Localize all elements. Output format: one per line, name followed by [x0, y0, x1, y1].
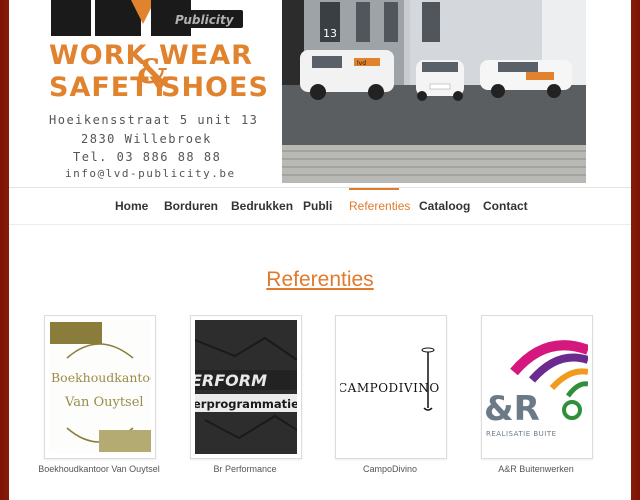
nav-home[interactable]: Home: [115, 199, 148, 213]
logo-text-line-1: &R: [486, 389, 540, 429]
reference-card-boekhoudkantoor[interactable]: Boekhoudkantoor Van Ouytsel: [44, 315, 156, 459]
header-photo: 13 lvd: [282, 0, 586, 183]
building-photo-image: 13 lvd: [282, 0, 586, 183]
reference-card-ar-buitenwerken[interactable]: &R REALISATIE BUITE: [481, 315, 593, 459]
address-street: Hoeikensstraat 5 unit 13: [49, 113, 259, 127]
nav-cataloog[interactable]: Cataloog: [419, 199, 470, 213]
logo-shoes: SHOES: [161, 72, 269, 103]
section-title[interactable]: Referenties: [9, 268, 631, 292]
nav-divider-bottom: [9, 224, 631, 225]
page: Publicity WORK WEAR & SAFETY SHOES Hoeik…: [9, 0, 631, 500]
nav-publi[interactable]: Publi: [303, 199, 332, 213]
logo-wear: WEAR: [159, 40, 253, 71]
reference-card-campodivino[interactable]: CAMPODIVINO: [335, 315, 447, 459]
logo-work: WORK: [49, 40, 148, 71]
logo-text-line-1: Boekhoudkantoor: [51, 370, 151, 385]
reference-caption-boekhoudkantoor[interactable]: Boekhoudkantoor Van Ouytsel: [24, 464, 174, 474]
lvd-logo-icon: Publicity: [51, 0, 243, 36]
nav-contact[interactable]: Contact: [483, 199, 528, 213]
building-number: 13: [323, 27, 337, 40]
nav-referenties[interactable]: Referenties: [349, 199, 410, 213]
reference-logo-br-performance: ERFORM erprogrammatie: [195, 320, 297, 454]
reference-caption-ar-buitenwerken[interactable]: A&R Buitenwerken: [461, 464, 611, 474]
reference-card-br-performance[interactable]: ERFORM erprogrammatie: [190, 315, 302, 459]
nav-bedrukken[interactable]: Bedrukken: [231, 199, 293, 213]
reference-logo-campodivino: CAMPODIVINO: [340, 320, 442, 454]
main-navigation: Home Borduren Bedrukken Publi Referentie…: [9, 188, 631, 224]
logo-safety: SAFETY: [49, 72, 171, 103]
address-tel: Tel. 03 886 88 88: [73, 150, 222, 164]
logo-text-line-2: erprogrammatie: [195, 397, 297, 411]
nav-active-indicator: [349, 188, 399, 190]
reference-caption-br-performance[interactable]: Br Performance: [170, 464, 320, 474]
reference-logo-boekhoudkantoor: Boekhoudkantoor Van Ouytsel: [49, 320, 151, 454]
address-email[interactable]: info@lvd-publicity.be: [65, 167, 236, 180]
logo-sub-text: Publicity: [175, 13, 235, 27]
address-city: 2830 Willebroek: [81, 132, 212, 146]
reference-caption-campodivino[interactable]: CampoDivino: [315, 464, 465, 474]
logo-text-line-2: Van Ouytsel: [64, 395, 144, 410]
logo-text-line-1: CAMPODIVINO: [340, 381, 440, 395]
nav-borduren[interactable]: Borduren: [164, 199, 218, 213]
logo-text-line-2: REALISATIE BUITE: [486, 430, 557, 438]
company-logo[interactable]: Publicity WORK WEAR & SAFETY SHOES Hoeik…: [9, 0, 281, 184]
van-brand-text: lvd: [357, 60, 366, 67]
reference-logo-ar-buitenwerken: &R REALISATIE BUITE: [486, 320, 588, 454]
logo-text-line-1: ERFORM: [195, 371, 267, 390]
